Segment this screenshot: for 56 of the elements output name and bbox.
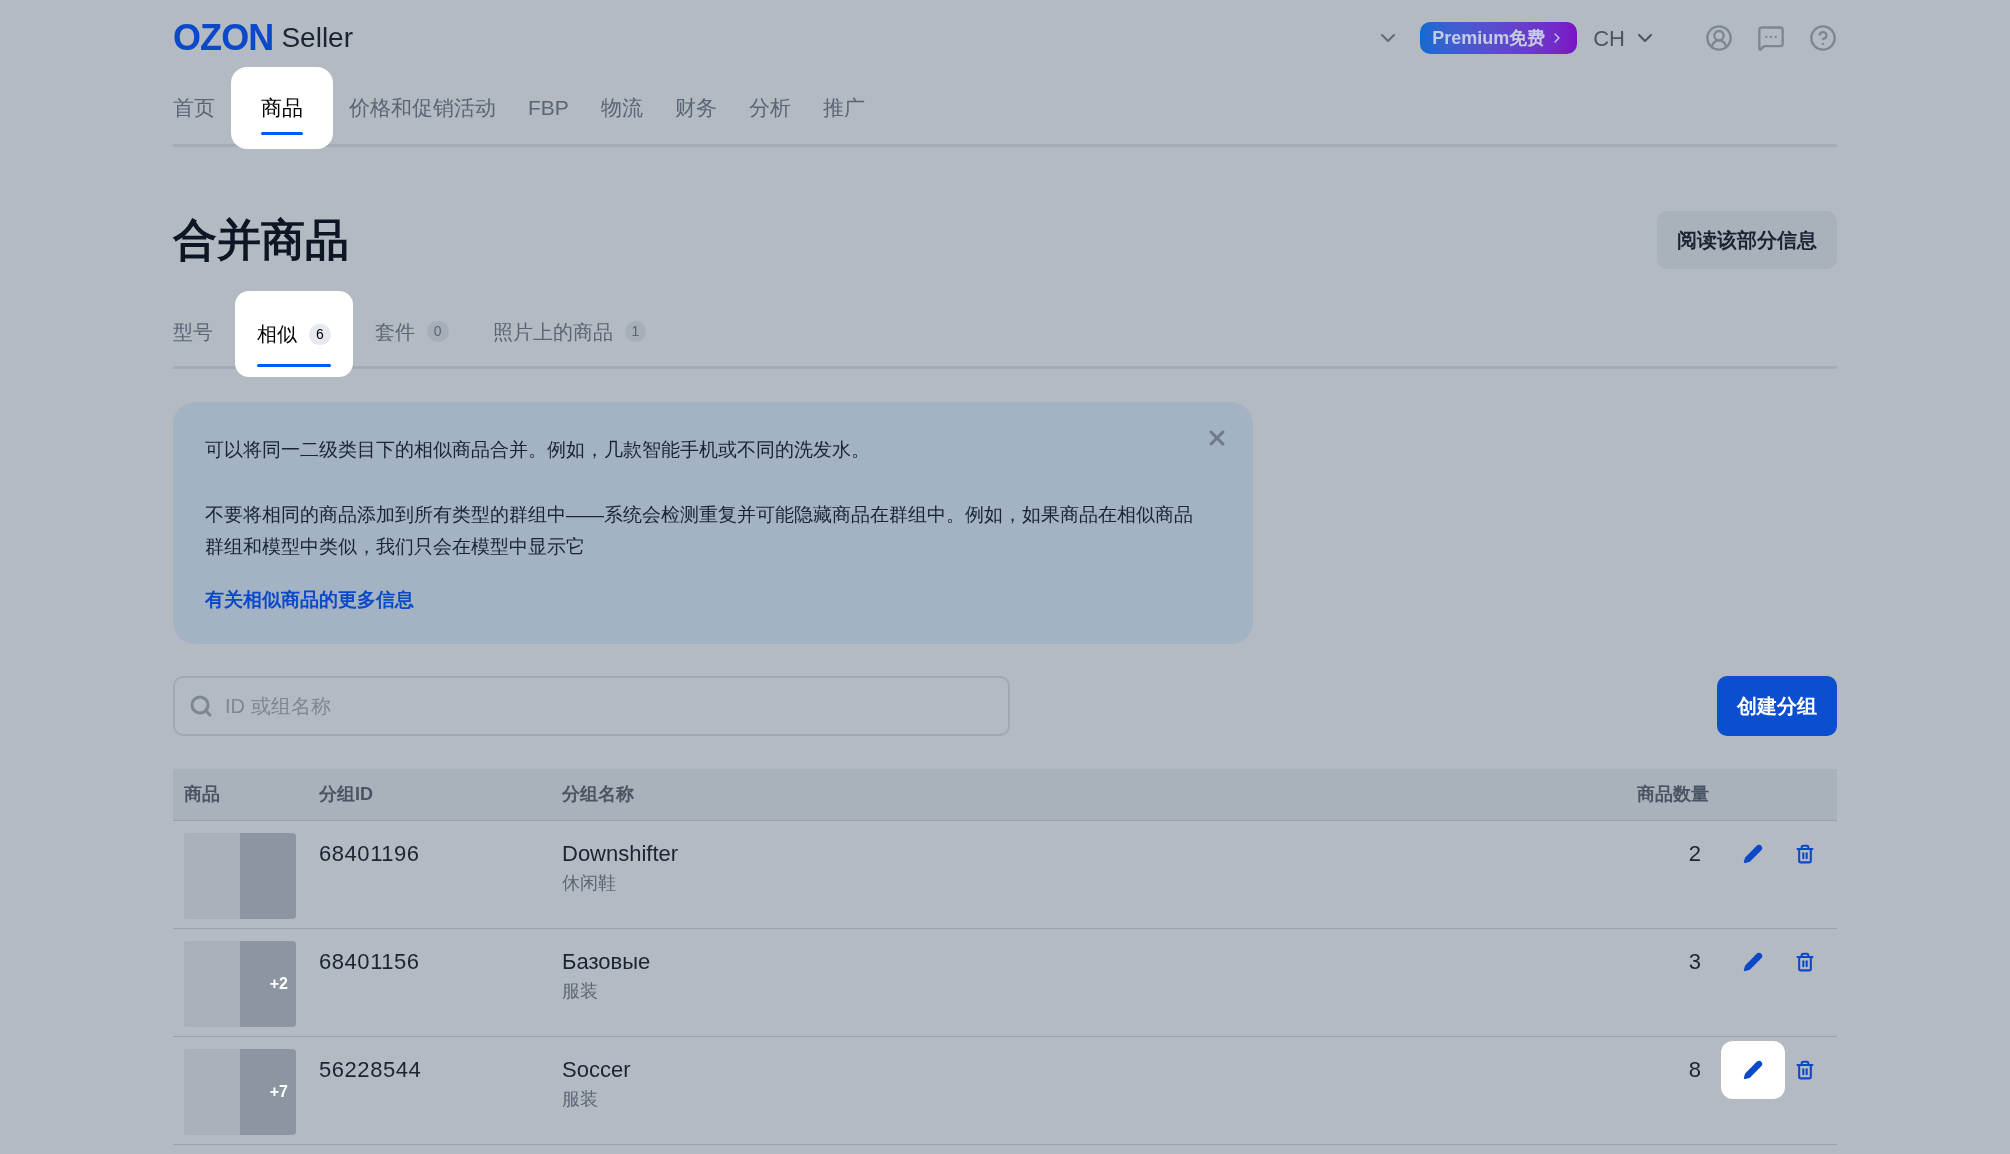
- nav-tab[interactable]: 物流: [584, 71, 659, 144]
- count-badge: 1: [624, 321, 647, 342]
- group-id: 68401196: [319, 840, 421, 868]
- more-count: +2: [269, 974, 288, 994]
- column-header: 分组ID: [319, 783, 374, 806]
- pencil-icon: [1743, 952, 1763, 972]
- sub-tab[interactable]: 套件 0: [352, 297, 471, 366]
- premium-button[interactable]: Premium免费: [1420, 22, 1578, 54]
- tab-label: 照片上的商品: [492, 319, 613, 345]
- group-id: 56228544: [319, 1056, 423, 1084]
- sub-tab[interactable]: 型号: [173, 297, 235, 366]
- product-count: 3: [1688, 948, 1701, 976]
- more-info-link[interactable]: 有关相似商品的更多信息: [205, 584, 414, 616]
- search-icon: [189, 694, 213, 718]
- column-header: 分组名称: [562, 783, 635, 806]
- pencil-icon: [1743, 844, 1763, 864]
- nav-tab[interactable]: FBP: [512, 71, 585, 144]
- more-count: +7: [269, 1082, 288, 1102]
- group-name: Downshifter: [562, 840, 680, 868]
- language-select[interactable]: CH: [1593, 21, 1657, 55]
- trash-icon: [1795, 1060, 1815, 1080]
- info-text: 可以将同一二级类目下的相似商品合并。例如，几款智能手机或不同的洗发水。: [205, 438, 871, 462]
- create-group-button[interactable]: 创建分组: [1717, 676, 1837, 736]
- product-count: 8: [1688, 1056, 1701, 1084]
- sub-tab[interactable]: 相似 6: [235, 291, 353, 377]
- group-category: 服装: [562, 1088, 599, 1111]
- nav-tab[interactable]: 商品: [231, 67, 333, 149]
- nav-tab[interactable]: 分析: [732, 71, 807, 144]
- tab-label: 相似: [257, 322, 297, 347]
- read-info-button[interactable]: 阅读该部分信息: [1657, 211, 1837, 269]
- page-title: 合并商品: [173, 214, 349, 266]
- edit-button[interactable]: [1721, 1041, 1785, 1099]
- group-name: Soccer: [562, 1056, 632, 1084]
- logo-suffix: Seller: [281, 21, 353, 55]
- tab-label: 套件: [374, 319, 415, 345]
- group-id: 68401156: [319, 948, 421, 976]
- nav-tab[interactable]: 推广: [806, 71, 881, 144]
- nav-tab[interactable]: 财务: [658, 71, 733, 144]
- nav-tab[interactable]: 首页: [173, 71, 231, 144]
- group-category: 服装: [562, 980, 599, 1003]
- tab-label: 型号: [173, 319, 213, 345]
- count-badge: 0: [426, 321, 449, 342]
- column-header: 商品数量: [1637, 783, 1710, 806]
- count-badge: 6: [309, 323, 331, 345]
- logo[interactable]: OZON: [173, 11, 274, 65]
- info-text: 不要将相同的商品添加到所有类型的群组中——系统会检测重复并可能隐藏商品在群组中。例如，如果商品在相似商品群组和模型中类似，我们只会在模型中显示它: [205, 503, 1194, 559]
- trash-icon: [1795, 844, 1815, 864]
- sub-tab[interactable]: 照片上的商品 1: [470, 297, 669, 366]
- group-category: 休闲鞋: [562, 872, 617, 895]
- group-name: Базовые: [562, 948, 652, 976]
- active-tab-underline: [261, 132, 303, 135]
- pencil-icon: [1743, 1060, 1763, 1080]
- product-count: 2: [1688, 840, 1701, 868]
- nav-tab[interactable]: 价格和促销活动: [333, 71, 512, 144]
- column-header: 商品: [183, 783, 221, 806]
- trash-icon: [1795, 952, 1815, 972]
